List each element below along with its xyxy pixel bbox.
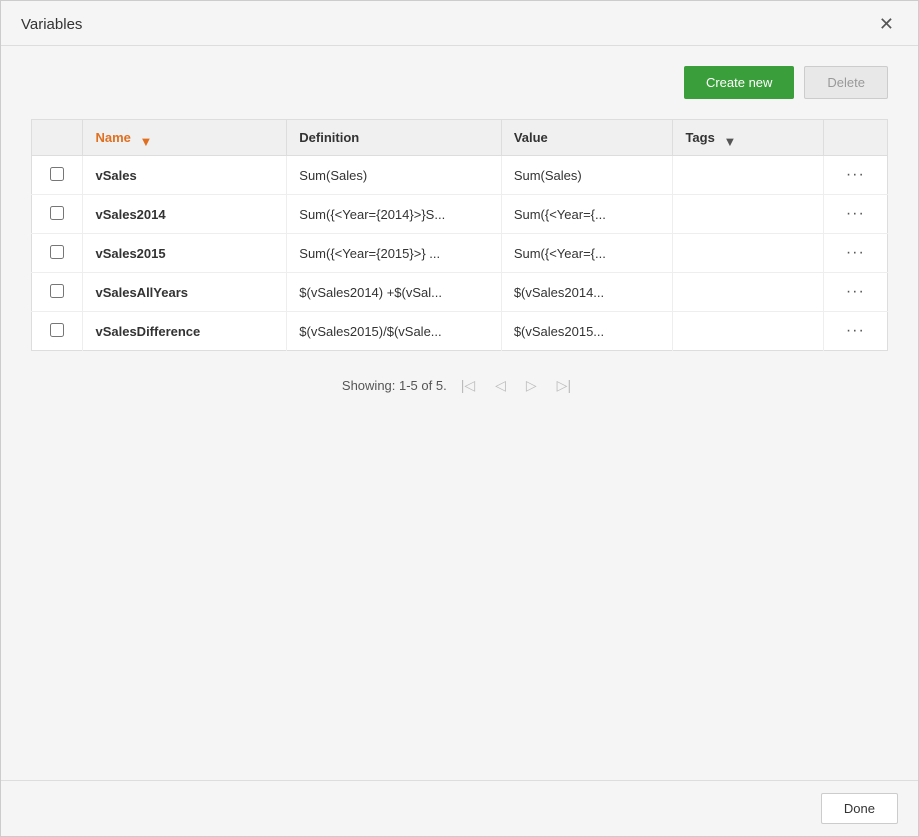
row-value: Sum({<Year={... [501,195,673,234]
row-name: vSalesAllYears [83,273,287,312]
row-tags [673,234,823,273]
row-checkbox-cell [32,156,83,195]
pagination-showing: Showing: 1-5 of 5. [342,378,447,393]
row-name: vSales [83,156,287,195]
row-value: Sum(Sales) [501,156,673,195]
table-row: vSalesAllYears$(vSales2014) +$(vSal...$(… [32,273,888,312]
row-actions-cell: ··· [823,234,887,273]
row-name: vSalesDifference [83,312,287,351]
row-name: vSales2014 [83,195,287,234]
row-more-button[interactable]: ··· [846,283,865,301]
modal-footer: Done [1,780,918,836]
table-row: vSalesDifference$(vSales2015)/$(vSale...… [32,312,888,351]
row-definition: Sum({<Year={2014}>}S... [287,195,502,234]
modal-body: Create new Delete Name ▼ Definition Valu… [1,46,918,780]
col-header-name: Name ▼ [83,120,287,156]
name-filter-icon[interactable]: ▼ [140,134,150,144]
row-checkbox[interactable] [50,284,64,298]
row-definition: Sum({<Year={2015}>} ... [287,234,502,273]
row-checkbox-cell [32,312,83,351]
toolbar: Create new Delete [31,66,888,99]
row-value: Sum({<Year={... [501,234,673,273]
row-checkbox-cell [32,234,83,273]
row-value: $(vSales2014... [501,273,673,312]
row-actions-cell: ··· [823,156,887,195]
row-tags [673,312,823,351]
done-button[interactable]: Done [821,793,898,824]
table-row: vSales2014Sum({<Year={2014}>}S...Sum({<Y… [32,195,888,234]
pagination: Showing: 1-5 of 5. |◁ ◁ ▷ ▷| [31,375,888,396]
row-more-button[interactable]: ··· [846,166,865,184]
row-actions-cell: ··· [823,195,887,234]
pagination-first-button[interactable]: |◁ [455,375,481,396]
col-header-actions [823,120,887,156]
row-checkbox[interactable] [50,167,64,181]
variables-modal: Variables ✕ Create new Delete Name ▼ Def… [0,0,919,837]
row-more-button[interactable]: ··· [846,205,865,223]
row-definition: $(vSales2015)/$(vSale... [287,312,502,351]
pagination-prev-button[interactable]: ◁ [489,375,512,396]
row-definition: Sum(Sales) [287,156,502,195]
col-header-value: Value [501,120,673,156]
row-checkbox-cell [32,195,83,234]
table-header-row: Name ▼ Definition Value Tags ▼ [32,120,888,156]
row-actions-cell: ··· [823,273,887,312]
row-more-button[interactable]: ··· [846,244,865,262]
row-tags [673,195,823,234]
row-actions-cell: ··· [823,312,887,351]
row-definition: $(vSales2014) +$(vSal... [287,273,502,312]
variables-table: Name ▼ Definition Value Tags ▼ [31,119,888,351]
create-new-button[interactable]: Create new [684,66,794,99]
close-button[interactable]: ✕ [875,13,898,35]
row-checkbox-cell [32,273,83,312]
row-more-button[interactable]: ··· [846,322,865,340]
col-header-tags: Tags ▼ [673,120,823,156]
table-body: vSalesSum(Sales)Sum(Sales)···vSales2014S… [32,156,888,351]
row-value: $(vSales2015... [501,312,673,351]
col-header-definition: Definition [287,120,502,156]
table-row: vSales2015Sum({<Year={2015}>} ...Sum({<Y… [32,234,888,273]
row-tags [673,273,823,312]
delete-button: Delete [804,66,888,99]
tags-filter-icon[interactable]: ▼ [723,134,733,144]
row-checkbox[interactable] [50,206,64,220]
row-checkbox[interactable] [50,323,64,337]
table-row: vSalesSum(Sales)Sum(Sales)··· [32,156,888,195]
modal-title: Variables [21,16,82,33]
row-name: vSales2015 [83,234,287,273]
row-checkbox[interactable] [50,245,64,259]
modal-header: Variables ✕ [1,1,918,46]
col-header-checkbox [32,120,83,156]
pagination-last-button[interactable]: ▷| [551,375,577,396]
row-tags [673,156,823,195]
pagination-next-button[interactable]: ▷ [520,375,543,396]
